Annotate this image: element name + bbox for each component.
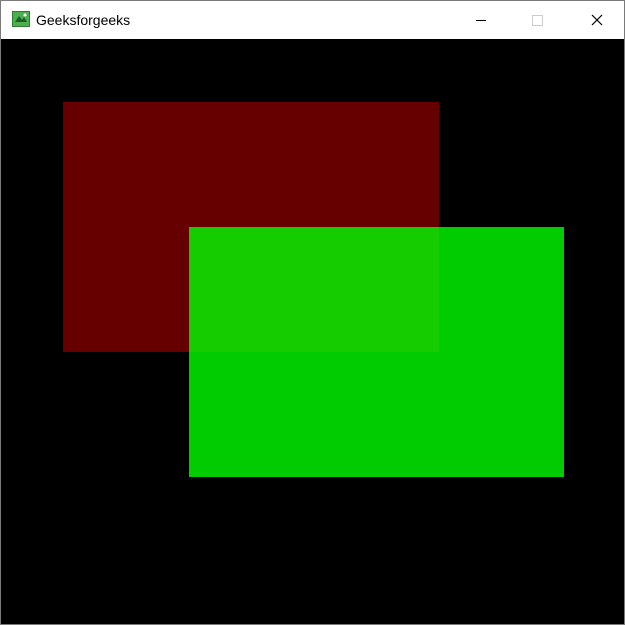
green-rectangle [189,227,564,477]
close-icon [591,14,603,26]
drawing-canvas [1,39,624,624]
minimize-button[interactable] [458,1,504,39]
title-bar[interactable]: Geeksforgeeks [1,1,624,39]
geeksforgeeks-app-icon [12,11,30,27]
maximize-button[interactable] [514,1,560,39]
maximize-icon [532,15,543,26]
minimize-icon [476,20,486,21]
app-window: Geeksforgeeks [0,0,625,625]
close-button[interactable] [574,1,620,39]
window-title: Geeksforgeeks [36,12,131,28]
